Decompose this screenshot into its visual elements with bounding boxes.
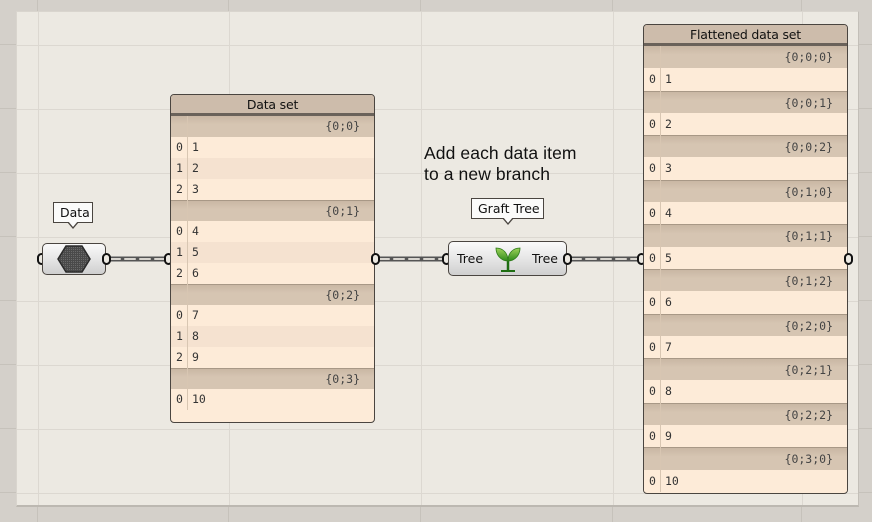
item-value: 1: [192, 140, 199, 154]
item-value: 8: [192, 329, 199, 343]
item-index: 0: [176, 224, 183, 238]
list-item: 12: [171, 158, 374, 179]
graft-input-label[interactable]: Tree: [449, 251, 485, 266]
flattened-data-set-panel[interactable]: Flattened data set {0;0;0} 0 1 {0;0;1} 0 2 {0;…: [643, 24, 848, 494]
item-index: 0: [649, 339, 656, 354]
panel-title: Flattened data set: [644, 25, 847, 46]
item-index: 0: [649, 250, 656, 265]
graft-output-grip[interactable]: [563, 253, 572, 265]
list-item: 07: [171, 305, 374, 326]
data-param-tooltip-label: Data: [60, 205, 90, 220]
item-value: 9: [665, 429, 672, 444]
item-value: 1: [665, 72, 672, 87]
item-index: 2: [176, 266, 183, 280]
list-item: 26: [171, 263, 374, 284]
list-item: 29: [171, 347, 374, 368]
graft-output-label[interactable]: Tree: [530, 251, 566, 266]
item-value: 4: [192, 224, 199, 238]
list-item: 05: [644, 246, 847, 269]
item-index: 0: [649, 429, 656, 444]
panel-title: Data set: [171, 95, 374, 116]
item-index: 1: [176, 161, 183, 175]
item-value: 2: [192, 161, 199, 175]
annotation-line-2: to a new branch: [424, 164, 551, 184]
item-index: 0: [649, 161, 656, 176]
grid-line: [421, 12, 422, 505]
item-index: 1: [176, 329, 183, 343]
graft-tree-tooltip-label: Graft Tree: [478, 201, 540, 216]
data-param-tooltip: Data: [53, 202, 93, 229]
graft-tree-component[interactable]: Tree Tree: [448, 241, 567, 276]
list-item: 03: [644, 157, 847, 180]
branch-path-row: {0;3;0}: [644, 447, 847, 470]
annotation-line-1: Add each data item: [424, 143, 577, 163]
grid-line: [613, 12, 614, 505]
branch-path-row: {0;1;2}: [644, 268, 847, 292]
item-index: 2: [176, 182, 183, 196]
list-item: 06: [644, 291, 847, 314]
branch-path-row: {0;1;1}: [644, 224, 847, 247]
graft-tree-tooltip: Graft Tree: [471, 198, 544, 225]
item-index: 0: [649, 72, 656, 87]
hexagon-icon: [57, 245, 91, 273]
branch-path-row: {0;2}: [171, 284, 374, 305]
list-item: 18: [171, 326, 374, 347]
item-value: 9: [192, 350, 199, 364]
list-item: 23: [171, 179, 374, 200]
item-value: 3: [665, 161, 672, 176]
item-index: 0: [176, 140, 183, 154]
list-item: 02: [644, 112, 847, 136]
item-index: 0: [176, 308, 183, 322]
item-value: 3: [192, 182, 199, 196]
item-index: 1: [176, 245, 183, 259]
panel-body: {0;0} 0 1 1 2 2 3 {0;1} 0 4 1 5 2 6 {0;2} 0 7 1 8 2 9 {0;3} 0 1…: [171, 116, 374, 410]
data-param-output-grip[interactable]: [102, 253, 111, 265]
item-value: 5: [665, 250, 672, 265]
data-set-panel[interactable]: Data set {0;0} 0 1 1 2 2 3 {0;1} 0 4 1 5 2 6 {0;2} 0 7 1 8…: [170, 94, 375, 423]
branch-path-row: {0;3}: [171, 368, 374, 389]
item-index: 0: [649, 116, 656, 131]
branch-path-row: {0;1}: [171, 200, 374, 221]
panel-body: {0;0;0} 0 1 {0;0;1} 0 2 {0;0;2} 0 3 {0;1;0} 0 4 {0;1…: [644, 46, 847, 492]
branch-path-row: {0;2;2}: [644, 402, 847, 426]
branch-path-row: {0;0;2}: [644, 135, 847, 158]
branch-path-row: {0;2;1}: [644, 358, 847, 381]
list-item: 15: [171, 242, 374, 263]
sprout-icon: [495, 247, 520, 272]
list-item: 08: [644, 380, 847, 403]
item-index: 0: [649, 295, 656, 310]
branch-path-row: {0;0}: [171, 116, 374, 137]
dataset-panel-output-grip[interactable]: [371, 253, 380, 265]
branch-path-row: {0;1;0}: [644, 179, 847, 203]
item-value: 10: [192, 392, 206, 406]
item-value: 6: [665, 295, 672, 310]
branch-path-row: {0;2;0}: [644, 313, 847, 336]
list-item: 07: [644, 335, 847, 359]
item-index: 0: [649, 206, 656, 221]
item-value: 4: [665, 206, 672, 221]
item-value: 7: [665, 339, 672, 354]
item-value: 5: [192, 245, 199, 259]
item-index: 0: [176, 392, 183, 406]
item-index: 2: [176, 350, 183, 364]
item-index: 0: [649, 384, 656, 399]
list-item: 09: [644, 425, 847, 448]
item-value: 8: [665, 384, 672, 399]
flattened-panel-output-grip[interactable]: [844, 253, 853, 265]
item-value: 7: [192, 308, 199, 322]
annotation-text: Add each data item to a new branch: [424, 143, 577, 185]
item-value: 2: [665, 116, 672, 131]
list-item: 0 10: [171, 389, 374, 410]
branch-path-row: {0;0;0}: [644, 46, 847, 69]
data-param[interactable]: [42, 243, 106, 275]
list-item: 04: [644, 202, 847, 225]
list-item: 04: [171, 221, 374, 242]
list-item: 0 10: [644, 469, 847, 492]
branch-path-row: {0;0;1}: [644, 90, 847, 113]
list-item: 01: [644, 68, 847, 91]
list-item: 01: [171, 137, 374, 158]
item-value: 10: [665, 473, 679, 488]
item-index: 0: [649, 473, 656, 488]
item-value: 6: [192, 266, 199, 280]
